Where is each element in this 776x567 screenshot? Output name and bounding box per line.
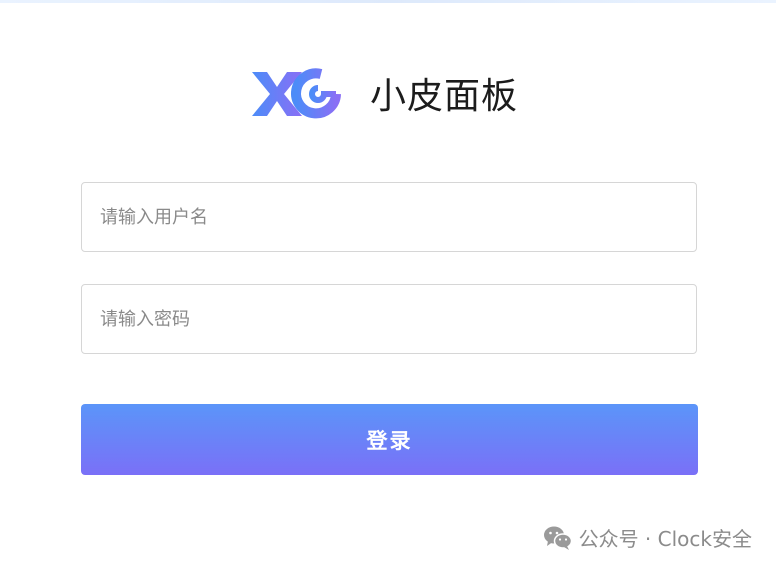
top-border	[0, 0, 776, 3]
watermark-text: 公众号 · Clock安全	[578, 527, 752, 551]
xg-logo-icon	[252, 68, 341, 119]
wechat-icon	[543, 526, 572, 550]
watermark: 公众号 · Clock安全	[543, 523, 752, 552]
username-input[interactable]	[81, 182, 697, 252]
app-title: 小皮面板	[370, 76, 519, 117]
brand-header: 小皮面板	[250, 66, 518, 120]
login-button[interactable]: 登录	[81, 404, 698, 475]
password-input[interactable]	[81, 284, 697, 354]
